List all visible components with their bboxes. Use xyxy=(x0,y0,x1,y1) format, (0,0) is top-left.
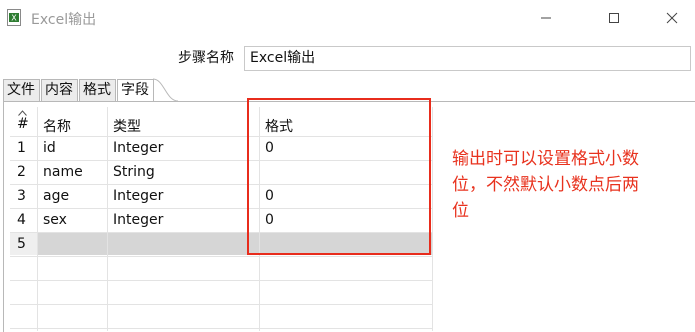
column-divider xyxy=(37,107,38,331)
tab-format[interactable]: 格式 xyxy=(79,79,116,101)
row-number: 4 xyxy=(17,212,26,228)
annotation-note: 输出时可以设置格式小数位，不然默认小数点后两位 xyxy=(452,149,639,221)
tab-content[interactable]: 内容 xyxy=(41,79,78,101)
row-number: 2 xyxy=(17,164,26,180)
tab-edge-decoration xyxy=(152,78,179,102)
window-title: Excel输出 xyxy=(31,12,97,28)
row-divider xyxy=(10,328,433,329)
row-divider xyxy=(10,256,433,257)
column-header-type[interactable]: 类型 xyxy=(113,116,141,136)
title-bar: X Excel输出 xyxy=(0,0,695,36)
maximize-icon xyxy=(609,13,619,23)
field-type-cell[interactable]: String xyxy=(113,164,155,180)
row-number: 3 xyxy=(17,188,26,204)
tab-file[interactable]: 文件 xyxy=(3,79,40,101)
close-icon xyxy=(666,12,678,24)
row-divider xyxy=(10,304,433,305)
field-name-cell[interactable]: age xyxy=(43,188,69,204)
close-button[interactable] xyxy=(652,6,692,30)
tab-fields[interactable]: 字段 xyxy=(117,79,154,102)
field-type-cell[interactable]: Integer xyxy=(113,188,163,204)
field-name-cell[interactable]: id xyxy=(43,140,56,156)
step-name-label: 步骤名称 xyxy=(178,50,234,66)
minimize-icon xyxy=(541,17,551,19)
row-divider xyxy=(10,280,433,281)
row-number: 5 xyxy=(17,236,26,252)
minimize-button[interactable] xyxy=(526,6,566,30)
step-name-input[interactable]: Excel输出 xyxy=(244,46,691,71)
column-divider xyxy=(432,107,433,331)
field-name-cell[interactable]: name xyxy=(43,164,83,180)
annotation-highlight-box xyxy=(247,98,431,255)
column-header-index[interactable]: # xyxy=(17,116,29,132)
excel-icon: X xyxy=(7,9,21,26)
field-type-cell[interactable]: Integer xyxy=(113,212,163,228)
row-number: 1 xyxy=(17,140,26,156)
column-divider xyxy=(107,107,108,331)
maximize-button[interactable] xyxy=(594,6,634,30)
field-type-cell[interactable]: Integer xyxy=(113,140,163,156)
column-header-name[interactable]: 名称 xyxy=(43,116,71,136)
field-name-cell[interactable]: sex xyxy=(43,212,67,228)
svg-text:X: X xyxy=(11,14,17,23)
